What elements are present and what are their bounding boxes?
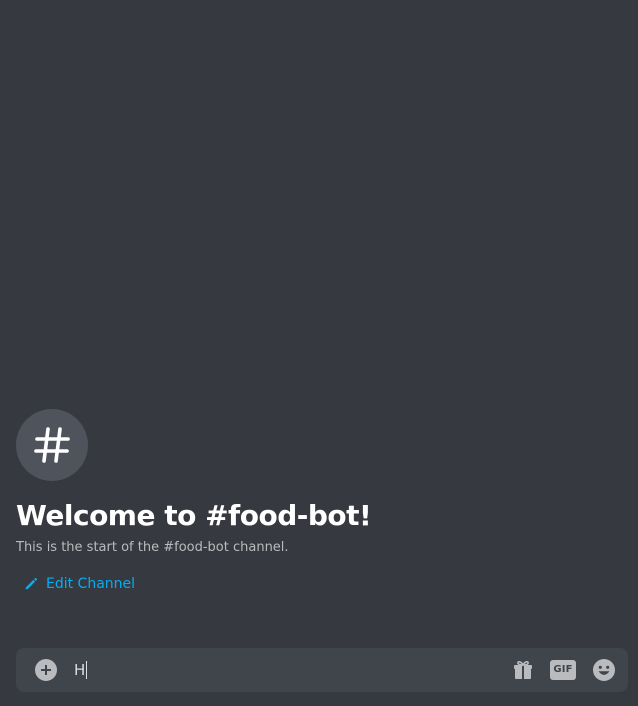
gift-icon[interactable] — [512, 659, 534, 681]
welcome-subtitle: This is the start of the #food-bot chann… — [16, 540, 289, 555]
message-input-value: H — [74, 661, 86, 679]
message-input[interactable]: H — [74, 648, 512, 692]
text-caret — [86, 661, 88, 679]
edit-channel-label: Edit Channel — [46, 576, 136, 592]
pencil-icon — [24, 577, 38, 591]
hashtag-icon — [32, 425, 72, 465]
add-icon[interactable] — [35, 659, 57, 681]
gif-icon[interactable]: GIF — [550, 660, 576, 680]
composer-toolbar: GIF — [512, 658, 616, 682]
emoji-icon[interactable] — [592, 658, 616, 682]
message-composer: H GIF — [16, 648, 628, 692]
channel-welcome: Welcome to #food-bot! This is the start … — [16, 409, 622, 595]
welcome-title: Welcome to #food-bot! — [16, 499, 372, 532]
edit-channel-link[interactable]: Edit Channel — [24, 575, 135, 593]
channel-avatar — [16, 409, 88, 481]
